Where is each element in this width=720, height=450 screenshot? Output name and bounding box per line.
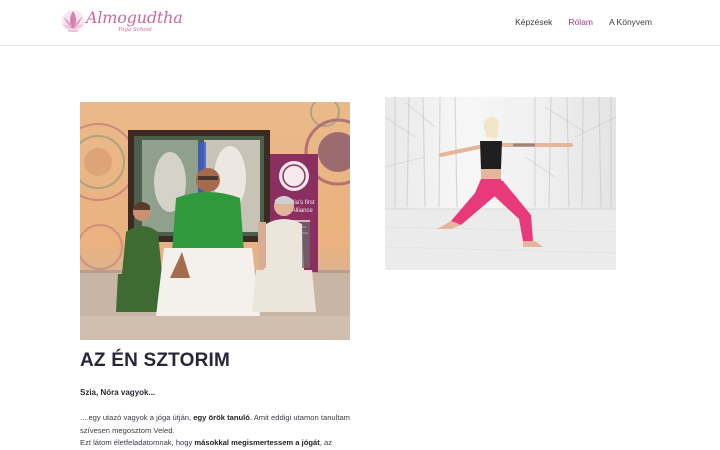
logo-subtitle: Yoga School [118, 27, 152, 33]
yoga-pose-photo [385, 97, 616, 270]
logo-title: Almogudtha [86, 8, 183, 27]
group-photo: India's first Yoga Alliance [80, 102, 350, 340]
nav-item-rolam[interactable]: Rólam [568, 17, 593, 27]
main-nav: Képzések Rólam A Könyvem [515, 17, 652, 27]
story-text: ....egy utazó vagyok a jóga útján, [80, 413, 194, 422]
nav-item-konyvem[interactable]: A Könyvem [609, 17, 652, 27]
story-heading: AZ ÉN SZTORIM [80, 350, 231, 371]
story-greeting: Szia, Nóra vagyok... [80, 388, 156, 397]
story-text: Ezt látom életfeladatomnak, hogy [80, 438, 195, 448]
story-text-bold: másokkal megismertessem a jógát [194, 438, 320, 448]
site-logo[interactable]: Almogudtha Yoga School [60, 6, 183, 38]
site-header: Almogudtha Yoga School Képzések Rólam A … [0, 0, 720, 46]
story-text: , az [319, 438, 333, 448]
lotus-icon [62, 10, 84, 32]
story-text-bold: egy örök tanuló [193, 413, 250, 422]
nav-item-kepzesek[interactable]: Képzések [515, 17, 552, 27]
story-paragraph: ....egy utazó vagyok a jóga útján, egy ö… [80, 412, 350, 450]
